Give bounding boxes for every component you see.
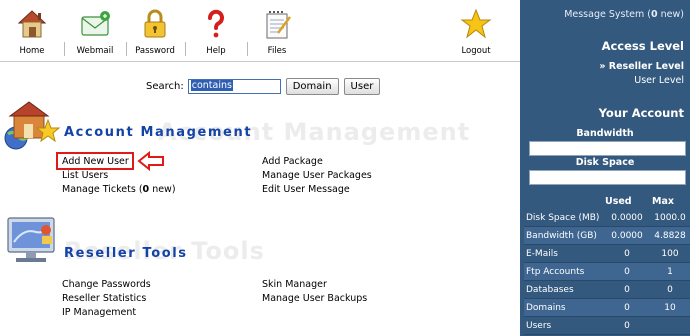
stats-used-cell: 0.0000 bbox=[611, 230, 643, 241]
stats-row: E-Mails 0 100 bbox=[524, 245, 690, 263]
help-button[interactable]: Help bbox=[186, 8, 246, 60]
stats-name-cell: E-Mails bbox=[526, 248, 558, 259]
access-level-heading: Access Level bbox=[601, 39, 684, 53]
search-input[interactable]: contains bbox=[187, 78, 281, 94]
question-mark-icon bbox=[199, 8, 233, 40]
your-account-heading: Your Account bbox=[598, 106, 684, 120]
stats-used-cell: 0 bbox=[624, 284, 630, 295]
stats-max-cell: 1 bbox=[667, 266, 673, 277]
message-system-link[interactable]: Message System (0 new) bbox=[564, 9, 684, 20]
stats-row: Databases 0 0 bbox=[524, 281, 690, 299]
stats-row: Bandwidth (GB) 0.0000 4.8828 bbox=[524, 227, 690, 245]
stats-row: Users 0 bbox=[524, 317, 690, 335]
stats-name-cell: Databases bbox=[526, 284, 574, 295]
house-icon bbox=[15, 8, 49, 40]
password-label: Password bbox=[135, 46, 175, 56]
stats-used-cell: 0 bbox=[624, 302, 630, 313]
help-label: Help bbox=[206, 46, 226, 56]
user-search-button[interactable]: User bbox=[343, 77, 381, 95]
stats-name-cell: Disk Space (MB) bbox=[526, 212, 600, 223]
star-icon bbox=[459, 8, 493, 40]
stats-used-cell: 0 bbox=[624, 266, 630, 277]
skin-manager-link[interactable]: Skin Manager bbox=[262, 279, 327, 290]
change-passwords-link[interactable]: Change Passwords bbox=[62, 279, 151, 290]
stats-used-cell: 0 bbox=[624, 320, 630, 331]
user-level-link[interactable]: User Level bbox=[634, 75, 684, 86]
disk-space-label: Disk Space bbox=[575, 157, 635, 168]
reseller-level-link[interactable]: » Reseller Level bbox=[599, 61, 684, 72]
stats-row: Ftp Accounts 0 1 bbox=[524, 263, 690, 281]
list-users-link[interactable]: List Users bbox=[62, 170, 108, 181]
search-input-value: contains bbox=[190, 79, 233, 91]
highlight-box bbox=[56, 152, 134, 170]
stats-max-cell: 10 bbox=[664, 302, 676, 313]
password-button[interactable]: Password bbox=[125, 8, 185, 60]
domain-search-button[interactable]: Domain bbox=[285, 77, 339, 95]
files-label: Files bbox=[267, 46, 287, 56]
bandwidth-label: Bandwidth bbox=[576, 128, 634, 139]
message-system-prefix: Message System ( bbox=[564, 9, 651, 20]
edit-user-message-link[interactable]: Edit User Message bbox=[262, 184, 350, 195]
account-management-title: Account Management bbox=[64, 125, 253, 140]
home-label: Home bbox=[19, 46, 45, 56]
top-toolbar: Home Webmail Password Help Files Logout bbox=[0, 0, 520, 60]
envelope-icon bbox=[78, 8, 112, 40]
logout-label: Logout bbox=[461, 46, 491, 56]
disk-space-progress-bar bbox=[529, 170, 686, 185]
message-system-suffix: new) bbox=[657, 9, 684, 20]
reseller-tools-icon bbox=[2, 214, 64, 269]
stats-max-cell: 100 bbox=[661, 248, 679, 259]
stats-max-cell: 4.8828 bbox=[654, 230, 686, 241]
stats-used-cell: 0 bbox=[624, 248, 630, 259]
stats-row: Disk Space (MB) 0.0000 1000.0 bbox=[524, 209, 690, 227]
padlock-icon bbox=[138, 8, 172, 40]
files-button[interactable]: Files bbox=[247, 8, 307, 60]
logout-button[interactable]: Logout bbox=[446, 8, 506, 60]
manage-user-backups-link[interactable]: Manage User Backups bbox=[262, 293, 367, 304]
search-label: Search: bbox=[146, 80, 184, 92]
reseller-statistics-link[interactable]: Reseller Statistics bbox=[62, 293, 146, 304]
max-column-header: Max bbox=[652, 196, 674, 207]
left-arrow-icon bbox=[137, 150, 167, 174]
reseller-tools-title: Reseller Tools bbox=[64, 246, 188, 261]
add-package-link[interactable]: Add Package bbox=[262, 156, 323, 167]
manage-tickets-prefix: Manage Tickets ( bbox=[62, 184, 143, 195]
stats-name-cell: Bandwidth (GB) bbox=[526, 230, 597, 241]
webmail-button[interactable]: Webmail bbox=[65, 8, 125, 60]
manage-tickets-link[interactable]: Manage Tickets (0 new) bbox=[62, 184, 176, 195]
webmail-label: Webmail bbox=[76, 46, 114, 56]
stats-name-cell: Users bbox=[526, 320, 552, 331]
usage-stats-table: Disk Space (MB) 0.0000 1000.0 Bandwidth (GB… bbox=[524, 209, 690, 335]
stats-used-cell: 0.0000 bbox=[611, 212, 643, 223]
manage-tickets-suffix: new) bbox=[149, 184, 176, 195]
used-column-header: Used bbox=[605, 196, 632, 207]
stats-max-cell: 0 bbox=[667, 284, 673, 295]
search-bar: Search: contains Domain User bbox=[146, 77, 381, 95]
home-button[interactable]: Home bbox=[2, 8, 62, 60]
notepad-icon bbox=[260, 8, 294, 40]
stats-row: Domains 0 10 bbox=[524, 299, 690, 317]
bandwidth-progress-bar bbox=[529, 141, 686, 156]
stats-name-cell: Ftp Accounts bbox=[526, 266, 585, 277]
manage-user-packages-link[interactable]: Manage User Packages bbox=[262, 170, 372, 181]
message-count: 0 bbox=[651, 9, 658, 20]
stats-name-cell: Domains bbox=[526, 302, 566, 313]
stats-max-cell: 1000.0 bbox=[654, 212, 686, 223]
ip-management-link[interactable]: IP Management bbox=[62, 307, 136, 318]
account-management-icon bbox=[2, 96, 64, 155]
account-sidebar: Message System (0 new) Access Level » Re… bbox=[520, 0, 690, 336]
toolbar-divider-line bbox=[0, 61, 520, 62]
